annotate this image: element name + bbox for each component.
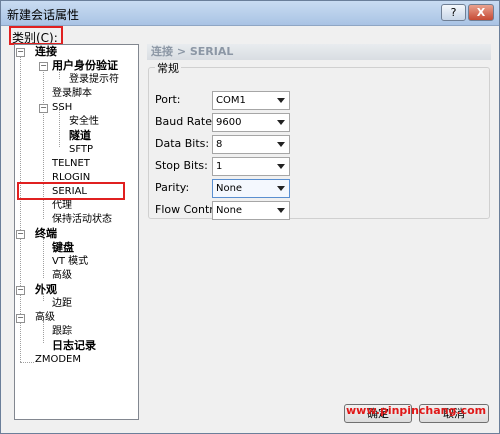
category-tree[interactable]: − 连接 − 用户身份验证 登录提示符 登录脚本 − SSH 安全性 隧道 SF… xyxy=(14,44,139,420)
tree-item-zmodem[interactable]: ZMODEM xyxy=(35,354,81,366)
session-properties-dialog: 新建会话属性 ? X 类别(C): − 连接 − 用户身份验证 登录提示符 登录… xyxy=(0,0,500,434)
stop-bits-select[interactable]: 1 xyxy=(212,157,290,176)
serial-settings-panel: 连接 > SERIAL 常规 Port: COM1 Baud Rate: 960… xyxy=(147,44,491,401)
watermark-text: www.pinpinchang.com xyxy=(346,404,487,417)
tree-item-login-script[interactable]: 登录脚本 xyxy=(52,88,92,100)
data-bits-value: 8 xyxy=(216,139,223,150)
collapse-toggle-icon[interactable]: − xyxy=(16,286,25,295)
tree-item-user-auth[interactable]: 用户身份验证 xyxy=(52,60,118,72)
panel-breadcrumb: 连接 > SERIAL xyxy=(147,44,491,60)
collapse-toggle-icon[interactable]: − xyxy=(39,104,48,113)
tree-item-telnet[interactable]: TELNET xyxy=(52,158,90,170)
tree-item-keyboard[interactable]: 键盘 xyxy=(52,242,74,254)
port-value: COM1 xyxy=(216,95,246,106)
parity-label: Parity: xyxy=(155,181,190,194)
close-button[interactable]: X xyxy=(468,4,494,21)
data-bits-select[interactable]: 8 xyxy=(212,135,290,154)
baud-rate-label: Baud Rate: xyxy=(155,115,216,128)
tree-item-terminal-advanced[interactable]: 高级 xyxy=(52,270,72,282)
chevron-down-icon xyxy=(277,120,285,125)
general-group: 常规 Port: COM1 Baud Rate: 9600 Data Bits:… xyxy=(148,60,490,220)
group-title: 常规 xyxy=(155,60,181,76)
tree-line xyxy=(43,238,44,278)
tree-line xyxy=(43,321,44,343)
tree-item-margins[interactable]: 边距 xyxy=(52,298,72,310)
port-label: Port: xyxy=(155,93,181,106)
parity-value: None xyxy=(216,183,243,194)
flow-control-select[interactable]: None xyxy=(212,201,290,220)
window-title: 新建会话属性 xyxy=(7,8,80,22)
chevron-down-icon xyxy=(277,98,285,103)
parity-select[interactable]: None xyxy=(212,179,290,198)
collapse-toggle-icon[interactable]: − xyxy=(16,230,25,239)
tree-item-trace[interactable]: 跟踪 xyxy=(52,326,72,338)
title-bar: 新建会话属性 ? X xyxy=(1,1,499,26)
baud-rate-value: 9600 xyxy=(216,117,242,128)
tree-line xyxy=(20,362,34,363)
stop-bits-value: 1 xyxy=(216,161,223,172)
tree-item-keepalive[interactable]: 保持活动状态 xyxy=(52,214,112,226)
port-select[interactable]: COM1 xyxy=(212,91,290,110)
tree-item-advanced[interactable]: 高级 xyxy=(35,312,55,324)
collapse-toggle-icon[interactable]: − xyxy=(16,48,25,57)
chevron-down-icon xyxy=(277,208,285,213)
tree-item-security[interactable]: 安全性 xyxy=(69,116,99,128)
tree-item-logging[interactable]: 日志记录 xyxy=(52,340,96,352)
chevron-down-icon xyxy=(277,186,285,191)
stop-bits-label: Stop Bits: xyxy=(155,159,208,172)
serial-highlight-box xyxy=(17,182,125,200)
baud-rate-select[interactable]: 9600 xyxy=(212,113,290,132)
chevron-down-icon xyxy=(277,142,285,147)
tree-item-terminal[interactable]: 终端 xyxy=(35,228,57,240)
tree-item-login-prompt[interactable]: 登录提示符 xyxy=(69,74,119,86)
category-highlight-box xyxy=(9,26,63,45)
tree-item-tunnel[interactable]: 隧道 xyxy=(69,130,91,142)
tree-item-appearance[interactable]: 外观 xyxy=(35,284,57,296)
collapse-toggle-icon[interactable]: − xyxy=(16,314,25,323)
chevron-down-icon xyxy=(277,164,285,169)
data-bits-label: Data Bits: xyxy=(155,137,210,150)
flow-control-value: None xyxy=(216,205,243,216)
tree-item-sftp[interactable]: SFTP xyxy=(69,144,93,156)
tree-item-ssh[interactable]: SSH xyxy=(52,102,72,114)
tree-item-proxy[interactable]: 代理 xyxy=(52,200,72,212)
tree-item-vt-mode[interactable]: VT 模式 xyxy=(52,256,88,268)
collapse-toggle-icon[interactable]: − xyxy=(39,62,48,71)
help-button[interactable]: ? xyxy=(441,4,466,21)
tree-item-connection[interactable]: 连接 xyxy=(35,46,57,58)
